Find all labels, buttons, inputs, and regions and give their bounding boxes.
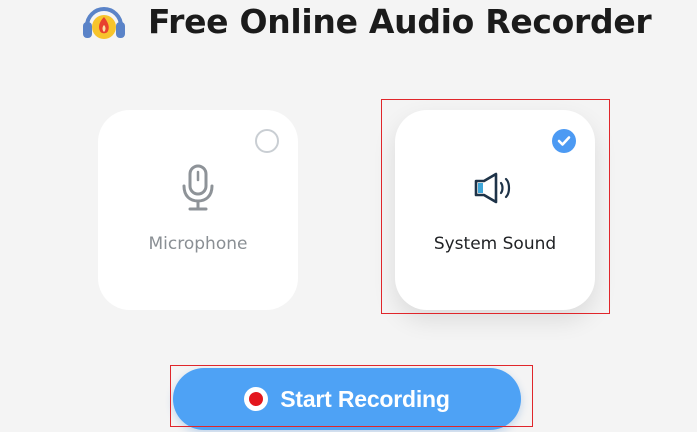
start-recording-label: Start Recording [280,385,450,412]
app-header: Free Online Audio Recorder [80,0,652,44]
system-sound-check[interactable] [552,129,576,153]
microphone-radio[interactable] [255,129,279,153]
check-icon [557,136,571,146]
source-card-microphone[interactable]: Microphone [98,110,298,310]
page-title: Free Online Audio Recorder [148,2,652,41]
headphones-logo-icon [80,0,128,44]
microphone-icon [98,164,298,212]
record-icon [244,387,269,411]
system-sound-label: System Sound [433,234,557,254]
source-card-system-sound[interactable]: System Sound [395,110,595,310]
speaker-icon [395,172,595,204]
start-recording-button[interactable]: Start Recording [173,368,521,430]
microphone-label: Microphone [148,234,248,254]
